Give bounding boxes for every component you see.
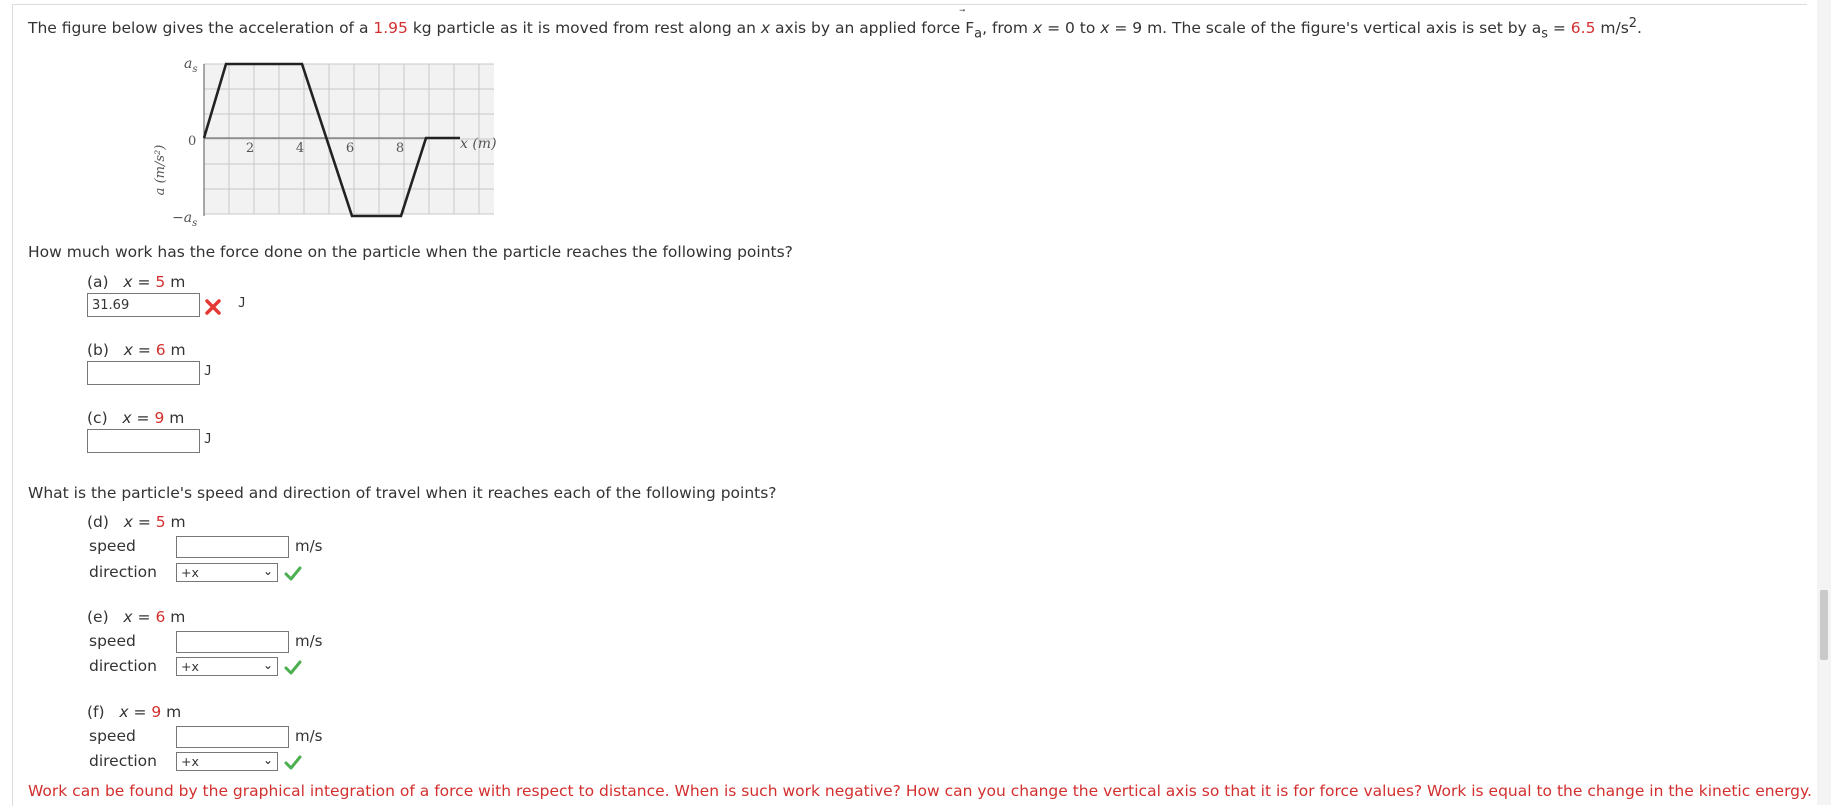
as-value: 6.5	[1570, 19, 1596, 38]
as-subscript: s	[1541, 26, 1548, 42]
part-d-label: (d) x = 5 m	[87, 513, 186, 531]
unit-label: m/s	[295, 727, 323, 745]
unit-label: J	[204, 432, 212, 447]
mass-value: 1.95	[373, 19, 408, 38]
answer-b-input[interactable]	[87, 361, 200, 385]
answer-a-input[interactable]	[87, 293, 200, 317]
intro-text: m/s	[1595, 19, 1629, 38]
intro-text: axis by an applied force	[770, 19, 966, 38]
vertical-scrollbar[interactable]	[1817, 0, 1831, 805]
acceleration-graph: as 0 −as a (m/s²) 2 4 6 8 x (m)	[153, 56, 497, 229]
scrollbar-thumb[interactable]	[1820, 590, 1828, 660]
x-tick-label: 4	[296, 141, 304, 156]
speed-label: speed	[89, 632, 136, 650]
direction-label: direction	[89, 563, 157, 581]
x-tick-label: 6	[346, 141, 354, 156]
speed-question: What is the particle's speed and directi…	[28, 484, 777, 502]
speed-f-input[interactable]	[176, 726, 289, 748]
direction-label: direction	[89, 752, 157, 770]
check-icon	[284, 566, 302, 581]
chevron-down-icon: ⌄	[262, 753, 273, 767]
speed-label: speed	[89, 727, 136, 745]
direction-f-select[interactable]: +x ⌄	[176, 752, 278, 771]
x-variable: x	[760, 19, 771, 38]
check-icon	[284, 660, 302, 675]
intro-text: = 9 m. The scale of the figure's vertica…	[1109, 19, 1542, 38]
chevron-down-icon: ⌄	[262, 658, 273, 672]
intro-text: kg particle as it is moved from rest alo…	[407, 19, 761, 38]
unit-label: m/s	[295, 632, 323, 650]
hint-text: Work can be found by the graphical integ…	[28, 782, 1831, 800]
y-axis-label: a (m/s²)	[153, 145, 168, 196]
part-f-label: (f) x = 9 m	[87, 703, 182, 721]
intro-text: = 0 to	[1042, 19, 1101, 38]
chevron-down-icon: ⌄	[262, 564, 273, 578]
part-c-label: (c) x = 9 m	[87, 409, 185, 427]
unit-label: m/s	[295, 537, 323, 555]
unit-label: J	[204, 364, 212, 379]
direction-e-select[interactable]: +x ⌄	[176, 657, 278, 676]
force-vector: ⃗F	[965, 19, 975, 38]
zero-label: 0	[188, 134, 196, 149]
ybottom-label: −as	[172, 210, 197, 229]
ytop-label: as	[184, 56, 198, 75]
unit-label: J	[238, 296, 246, 311]
x-variable: x	[1032, 19, 1043, 38]
wrong-icon	[205, 299, 221, 315]
work-question: How much work has the force done on the …	[28, 243, 793, 261]
part-b-label: (b) x = 6 m	[87, 341, 186, 359]
force-subscript: a	[974, 26, 983, 42]
speed-d-input[interactable]	[176, 536, 289, 558]
direction-d-select[interactable]: +x ⌄	[176, 563, 278, 582]
part-a-label: (a) x = 5 m	[87, 273, 186, 291]
intro-text: .	[1637, 19, 1642, 38]
speed-e-input[interactable]	[176, 631, 289, 653]
x-tick-label: 2	[246, 141, 254, 156]
intro-text: , from	[982, 19, 1033, 38]
unit-exponent: 2	[1628, 16, 1637, 31]
x-tick-label: 8	[396, 141, 404, 156]
x-axis-label: x (m)	[460, 136, 497, 152]
problem-statement: The figure below gives the acceleration …	[28, 16, 1642, 41]
intro-text: =	[1547, 19, 1571, 38]
part-e-label: (e) x = 6 m	[87, 608, 186, 626]
answer-c-input[interactable]	[87, 429, 200, 453]
check-icon	[284, 755, 302, 770]
speed-label: speed	[89, 537, 136, 555]
intro-text: The figure below gives the acceleration …	[28, 19, 374, 38]
direction-label: direction	[89, 657, 157, 675]
